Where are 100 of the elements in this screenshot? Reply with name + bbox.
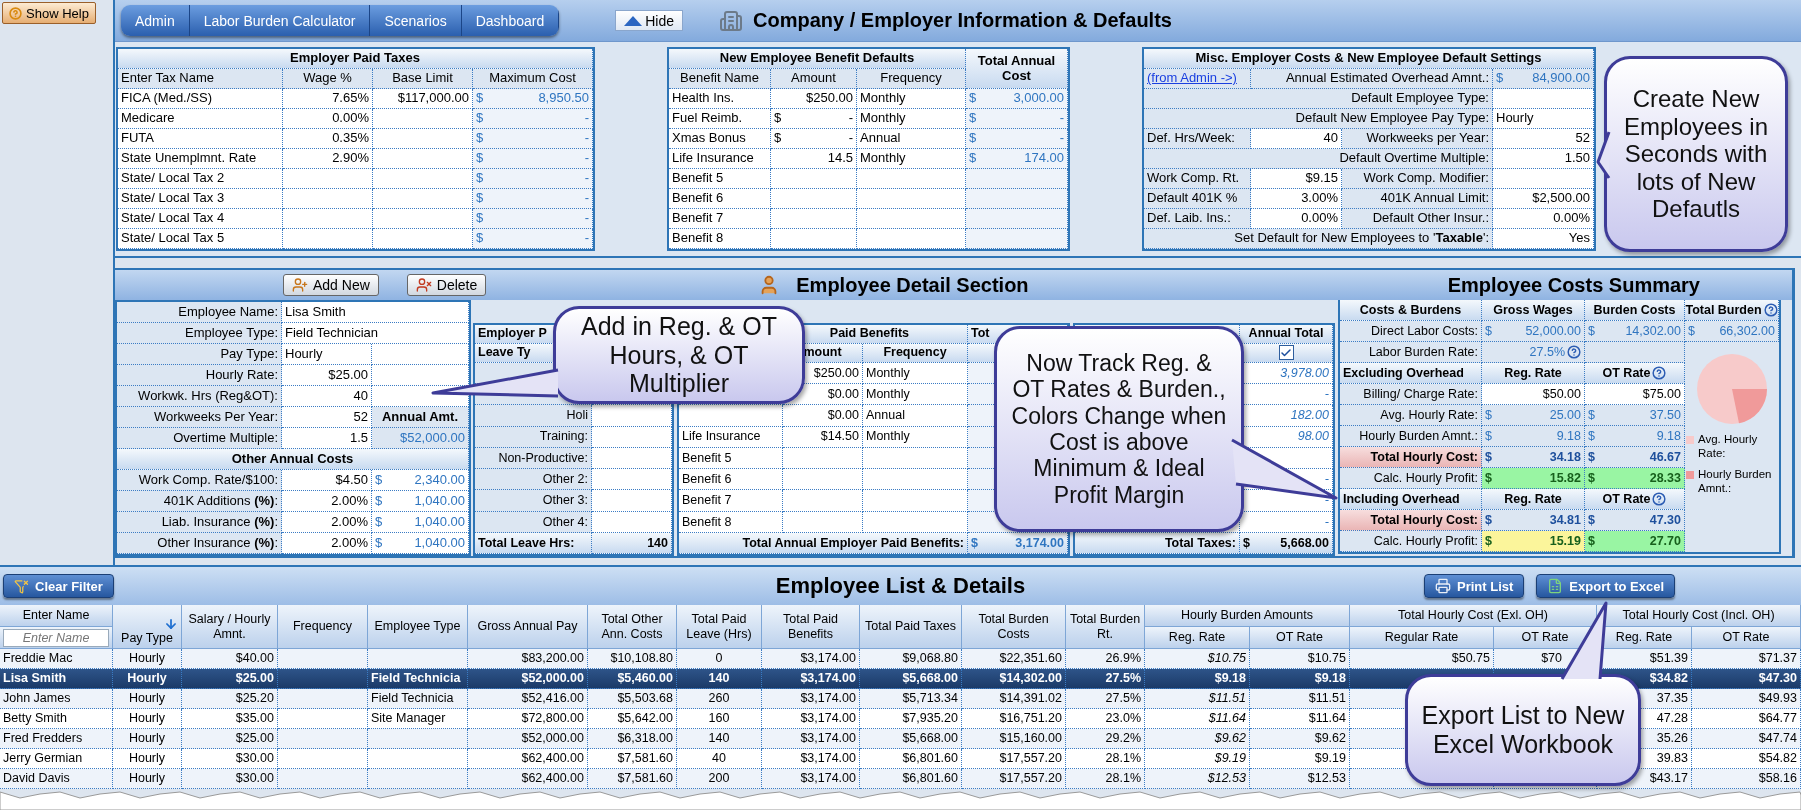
export-button[interactable]: Export to Excel	[1536, 574, 1675, 598]
clear-filter-button[interactable]: Clear Filter	[3, 574, 114, 598]
help-icon[interactable]	[1652, 492, 1667, 506]
table-cell: $ 84,900.00	[1493, 69, 1594, 89]
table-cell: $16,751.20	[962, 709, 1066, 729]
nav-button[interactable]: Dashboard	[461, 5, 560, 36]
table-cell: Benefit Name	[669, 69, 771, 89]
legend-label: Hourly Burden Amnt.:	[1698, 466, 1773, 496]
field-value: 2.00%	[282, 533, 372, 554]
table-cell: State/ Local Tax 3	[118, 189, 283, 209]
field-label: Employee Name:	[117, 302, 282, 323]
help-icon[interactable]	[1567, 345, 1581, 359]
table-cell: $ -	[473, 129, 593, 149]
sort-arrow-icon[interactable]	[164, 616, 178, 631]
table-cell: $52,000.00	[468, 669, 588, 689]
table-cell: 0.00%	[1493, 209, 1594, 229]
table-cell: $ 3,174.00	[968, 533, 1068, 554]
table-cell: $3,174.00	[762, 729, 860, 749]
table-cell: Total Taxes:	[1075, 533, 1240, 554]
table-cell: Other 3:	[475, 490, 592, 512]
table-cell: Reg. Rate	[1482, 363, 1585, 384]
table-cell: Benefit 7	[679, 490, 783, 512]
table-cell: Field Technicia	[368, 689, 468, 709]
table-cell: $71.37	[1692, 649, 1801, 669]
field-value: 52	[282, 407, 372, 428]
table-cell: $ 25.00	[1482, 405, 1585, 426]
table-cell: Billing/ Charge Rate:	[1340, 384, 1482, 405]
table-cell: 28.1%	[1066, 749, 1145, 769]
table-cell: State/ Local Tax 2	[118, 169, 283, 189]
help-icon[interactable]	[1652, 366, 1667, 380]
table-cell: $14.50	[783, 426, 863, 448]
table-cell: Amount	[771, 69, 857, 89]
table-cell: Other 2:	[475, 469, 592, 491]
table-cell: 200	[677, 769, 762, 789]
field-value: Field Technician	[282, 323, 469, 344]
table-cell: $83,200.00	[468, 649, 588, 669]
table-cell: $7,581.60	[588, 769, 677, 789]
field-label: Other Insurance (%):	[117, 533, 282, 554]
field-label: Employee Type:	[117, 323, 282, 344]
checkbox[interactable]	[1278, 345, 1294, 361]
table-cell: Annual Estimated Overhead Amnt.:	[1251, 69, 1493, 89]
table-cell: 140	[677, 669, 762, 689]
field-value: Lisa Smith	[282, 302, 469, 323]
table-cell: $50.00	[1482, 384, 1585, 405]
employee-name-cell: John James	[0, 689, 113, 709]
print-list-button[interactable]: Print List	[1424, 574, 1525, 598]
table-cell: $30.00	[182, 769, 278, 789]
table-cell: Wage %	[283, 69, 373, 89]
table-cell: $50.75	[1350, 649, 1494, 669]
table-cell: 14.5	[771, 149, 857, 169]
table-cell: $ -	[473, 149, 593, 169]
delete-button[interactable]: Delete	[406, 274, 487, 296]
section-title: Employee Costs Summary	[1447, 273, 1700, 297]
nav-button[interactable]: Scenarios	[370, 5, 462, 36]
table-cell: Benefit 8	[669, 229, 771, 249]
table-cell: Life Insurance	[669, 149, 771, 169]
name-filter-field[interactable]: Enter Name	[3, 628, 109, 647]
table-cell: $ 5,668.00	[1240, 533, 1333, 554]
table-cell: Def. Hrs/Week:	[1144, 129, 1251, 149]
table-cell: $25.00	[182, 669, 278, 689]
section-title: Employee Detail Section	[796, 273, 1029, 297]
column-header: OT Rate	[1250, 627, 1350, 649]
table-cell: $ -	[966, 129, 1068, 149]
field-label: Liab. Insurance (%):	[117, 512, 282, 533]
table-cell: $9.19	[1145, 749, 1250, 769]
table-cell: Def. Laib. Ins.:	[1144, 209, 1251, 229]
table-cell: 0.35%	[283, 129, 373, 149]
column-header: Total Paid Leave (Hrs)	[677, 605, 762, 649]
show-help-button[interactable]: Show Help	[2, 2, 96, 24]
table-cell: $ -	[473, 189, 593, 209]
table-cell: $9.19	[1250, 749, 1350, 769]
table-cell: $3,174.00	[762, 749, 860, 769]
employee-name-cell: David Davis	[0, 769, 113, 789]
table-cell: $ -	[966, 109, 1068, 129]
hide-button[interactable]: Hide	[615, 10, 683, 31]
callout: Add in Reg. & OT Hours, & OT Multiplier	[553, 306, 805, 404]
field-label: Workwk. Hrs (Reg&OT):	[117, 386, 282, 407]
printer-icon	[1435, 578, 1451, 594]
table-cell: $30.00	[182, 749, 278, 769]
table-cell: Maximum Cost	[473, 69, 593, 89]
table-cell: Costs & Burdens	[1340, 300, 1482, 321]
help-icon[interactable]	[1763, 303, 1778, 317]
table-cell: $12.53	[1145, 769, 1250, 789]
table-cell: Hourly Burden Amnt.:	[1340, 426, 1482, 447]
add-user-icon	[292, 277, 308, 293]
table-cell: FICA (Med./SS)	[118, 89, 283, 109]
nav-button[interactable]: Admin	[121, 5, 190, 36]
employee-name-cell: Lisa Smith	[0, 669, 113, 689]
table-cell: $ 1,040.00	[372, 533, 469, 554]
add-new-button[interactable]: Add New	[283, 274, 379, 296]
table-cell: Set Default for New Employees to 'Taxable':	[1144, 229, 1493, 249]
table-cell: Default 401K %	[1144, 189, 1251, 209]
nav-button[interactable]: Labor Burden Calculator	[189, 5, 371, 36]
table-cell: Total Annual Cost	[966, 49, 1068, 89]
table-cell: Default Other Insur.:	[1342, 209, 1493, 229]
table-cell: 7.65%	[283, 89, 373, 109]
table-cell: Gross Wages	[1482, 300, 1585, 321]
table-cell: Calc. Hourly Profit:	[1340, 531, 1482, 552]
field-label: 401K Additions (%):	[117, 491, 282, 512]
table-cell: Default New Employee Pay Type:	[1144, 109, 1493, 129]
